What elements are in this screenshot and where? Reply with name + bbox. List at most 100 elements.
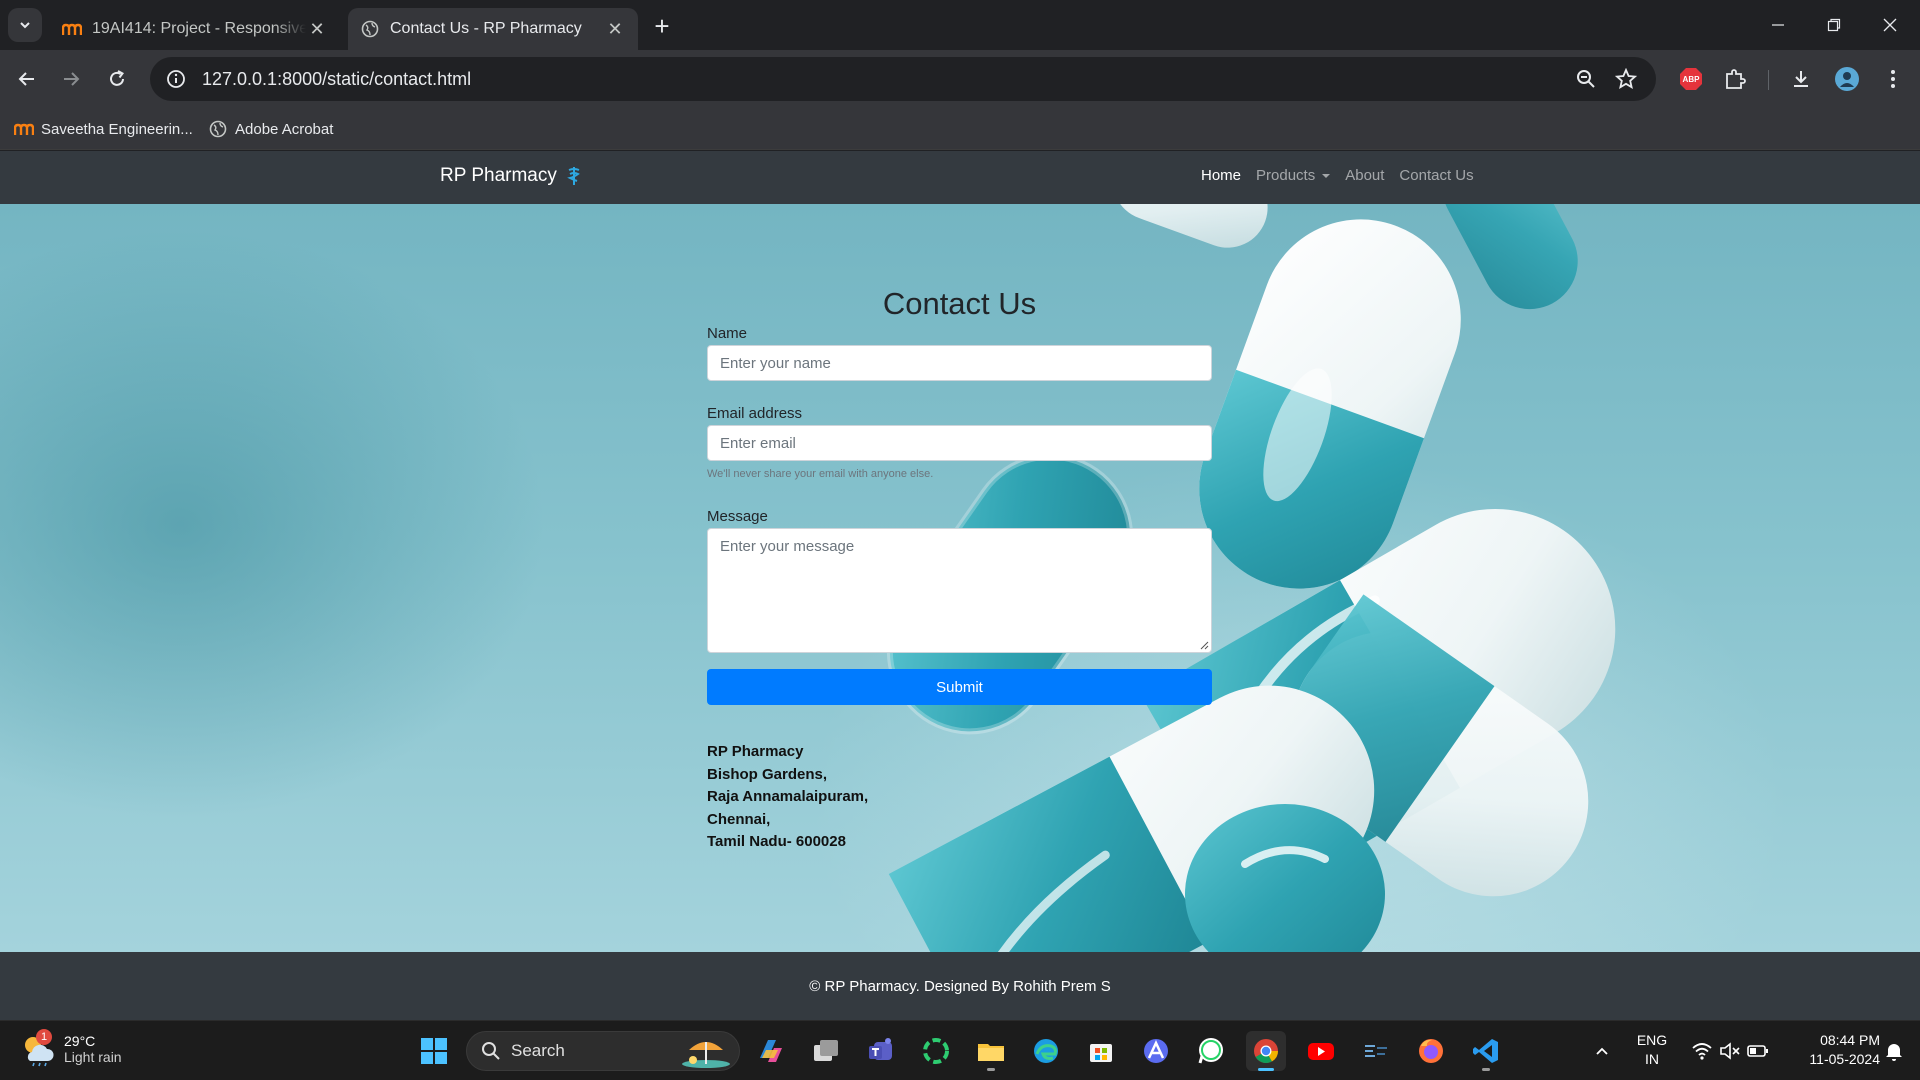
restore-icon [1827,18,1841,32]
downloads-button[interactable] [1782,60,1820,98]
name-label: Name [707,325,748,342]
teams-icon[interactable] [861,1031,901,1071]
sync-app-icon[interactable] [916,1031,956,1071]
back-button[interactable] [8,60,46,98]
store-icon[interactable] [1081,1031,1121,1071]
firefox-icon[interactable] [1411,1031,1451,1071]
site-brand[interactable]: RP Pharmacy [440,165,581,187]
address-line: Bishop Gardens, [707,765,828,783]
vscode-icon[interactable] [1466,1031,1506,1071]
show-hidden-icons-button[interactable] [1582,1031,1622,1071]
extensions-button[interactable] [1716,60,1754,98]
url-text[interactable]: 127.0.0.1:8000/static/contact.html [202,69,471,90]
file-explorer-icon[interactable] [971,1031,1011,1071]
arc-app-icon[interactable] [1136,1031,1176,1071]
tab-title: 19AI414: Project - Responsive Web [92,20,306,37]
address-line: Raja Annamalaipuram, [707,788,869,805]
chevron-up-icon [1596,1047,1608,1055]
hero-background: Contact Us Name Enter your name Email ad… [0,204,1920,952]
edge-icon[interactable] [1026,1031,1066,1071]
search-label: Search [511,1041,565,1060]
close-window-button[interactable] [1862,0,1918,50]
download-icon [1794,71,1808,87]
more-vert-icon [1891,70,1895,88]
arrow-right-icon [64,72,80,86]
weather-temp: 29°C [64,1033,96,1049]
globe-icon [208,119,228,139]
name-placeholder: Enter your name [720,354,831,372]
tab-search-button[interactable] [8,8,42,42]
bookmark-saveetha[interactable]: Saveetha Engineerin... [14,116,193,142]
bell-icon [1886,1044,1902,1061]
weather-icon: 1 [20,1029,56,1067]
message-label: Message [707,508,768,525]
weather-widget[interactable]: 1 29°C Light rain [20,1029,122,1067]
close-tab-icon[interactable]: ✕ [306,18,328,40]
input-language-indicator[interactable]: ENG IN [1630,1031,1674,1069]
email-input[interactable]: Enter email [707,425,1212,461]
name-input[interactable]: Enter your name [707,345,1212,381]
system-tray-status[interactable] [1680,1031,1780,1071]
caret-down-icon [1322,173,1331,178]
nav-products-label: Products [1256,167,1316,184]
tab-contact[interactable]: Contact Us - RP Pharmacy ✕ [348,8,638,50]
reload-icon [110,70,124,86]
address-bar[interactable]: 127.0.0.1:8000/static/contact.html [150,57,1656,101]
copilot-taskbar-icon[interactable] [751,1031,791,1071]
bookmark-adobe-acrobat[interactable]: Adobe Acrobat [208,116,333,142]
globe-icon [360,19,380,39]
youtube-icon[interactable] [1301,1031,1341,1071]
clock-time: 08:44 PM [1820,1032,1880,1048]
web-page: RP Pharmacy Home Products About Contact … [0,151,1920,1020]
nav-about[interactable]: About [1345,167,1384,184]
address-line: RP Pharmacy [707,743,804,760]
site-navbar: RP Pharmacy Home Products About Contact … [0,151,1920,204]
brand-name: RP Pharmacy [440,165,557,186]
submit-button[interactable]: Submit [707,669,1212,705]
taskbar-search[interactable]: Search [466,1031,740,1071]
nav-products-dropdown[interactable]: Products [1256,167,1331,184]
bookmark-label: Saveetha Engineerin... [41,120,193,138]
beach-umbrella-icon [682,1042,730,1068]
notifications-button[interactable] [1874,1031,1914,1071]
address-line: Chennai, [707,810,771,828]
start-button[interactable] [414,1031,454,1071]
nav-contact[interactable]: Contact Us [1399,167,1473,184]
wifi-icon [1692,1043,1712,1060]
zoom-icon[interactable] [1567,60,1605,98]
email-help-text: We'll never share your email with anyone… [707,468,934,480]
tab-project[interactable]: 19AI414: Project - Responsive Web ✕ [50,8,340,50]
close-tab-icon[interactable]: ✕ [604,18,626,40]
task-view-icon[interactable] [806,1031,846,1071]
minimize-button[interactable] [1750,0,1806,50]
nav-home[interactable]: Home [1201,167,1241,184]
site-info-icon[interactable] [154,57,198,101]
restore-button[interactable] [1806,0,1862,50]
region-label: IN [1645,1051,1659,1067]
chrome-icon[interactable] [1246,1031,1286,1071]
adblock-extension-button[interactable]: ABP [1672,60,1710,98]
toolbar-divider [1768,70,1769,90]
resize-handle-icon[interactable] [1199,640,1209,650]
whatsapp-icon[interactable] [1191,1031,1231,1071]
reload-button[interactable] [98,60,136,98]
email-label: Email address [707,405,803,422]
bookmark-star-icon[interactable] [1607,60,1645,98]
app-tile-icon[interactable] [1356,1031,1396,1071]
clock[interactable]: 08:44 PM 11-05-2024 [1790,1031,1880,1069]
page-title: Contact Us [882,286,1037,321]
browser-toolbar: 127.0.0.1:8000/static/contact.html ABP [0,50,1920,108]
new-tab-button[interactable]: + [648,11,676,41]
speaker-muted-icon [1720,1042,1740,1060]
message-placeholder: Enter your message [720,538,855,555]
menu-button[interactable] [1874,60,1912,98]
puzzle-icon [1726,69,1746,89]
battery-icon [1747,1045,1768,1057]
address-line: Tamil Nadu- 600028 [707,833,846,850]
forward-button[interactable] [52,60,90,98]
message-textarea[interactable]: Enter your message [707,528,1212,653]
profile-button[interactable] [1828,60,1866,98]
language-label: ENG [1636,1032,1668,1048]
weather-condition: Light rain [64,1049,122,1065]
nav-links: Home Products About Contact Us [1201,167,1489,184]
